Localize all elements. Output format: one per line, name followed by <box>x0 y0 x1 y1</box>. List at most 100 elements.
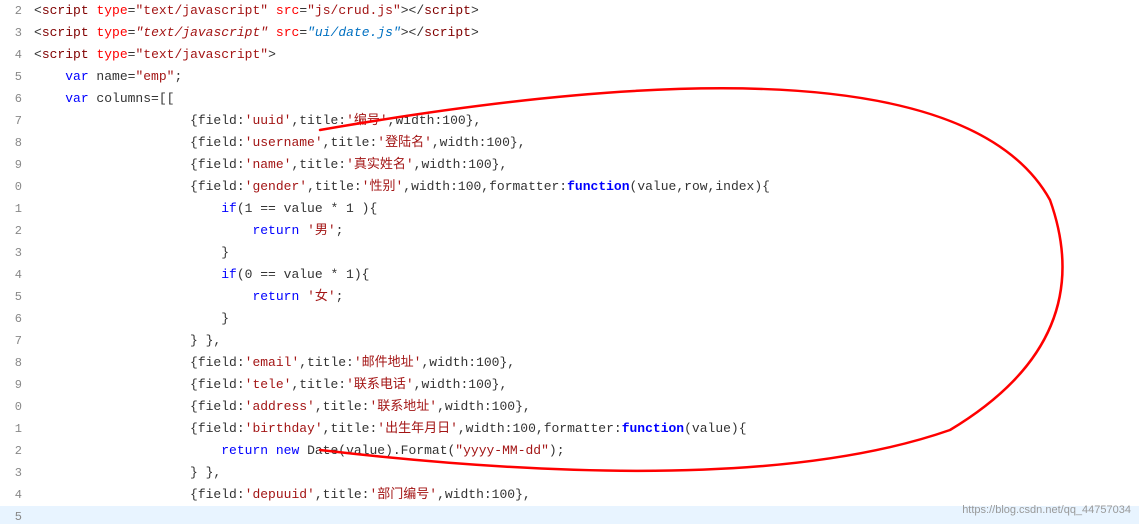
line-content: <script type="text/javascript" src="ui/d… <box>30 22 1139 44</box>
code-token: ,title: <box>323 421 378 436</box>
line-number: 5 <box>0 506 30 524</box>
code-token <box>268 25 276 40</box>
code-token: ,title: <box>315 487 370 502</box>
code-token: {field: <box>34 135 245 150</box>
line-content: {field:'email',title:'邮件地址',width:100}, <box>30 352 1139 374</box>
code-token: script <box>42 47 89 62</box>
code-token: ,width:100}, <box>414 377 508 392</box>
line-number: 3 <box>0 22 30 44</box>
code-token: } <box>34 245 229 260</box>
code-token: ,title: <box>307 179 362 194</box>
line-content: {field:'username',title:'登陆名',width:100}… <box>30 132 1139 154</box>
code-token: columns=[[ <box>89 91 175 106</box>
code-token: "text/javascript" <box>135 3 268 18</box>
code-token: > <box>268 47 276 62</box>
code-line: 0 {field:'gender',title:'性别',width:100,f… <box>0 176 1139 198</box>
line-content: {field:'uuid',title:'编号',width:100}, <box>30 110 1139 132</box>
line-content: <script type="text/javascript" src="js/c… <box>30 0 1139 22</box>
code-token: (value,row,index){ <box>630 179 770 194</box>
line-number: 9 <box>0 374 30 396</box>
code-token: ,width:100}, <box>432 135 526 150</box>
code-token: {field: <box>34 421 245 436</box>
line-content: } }, <box>30 330 1139 352</box>
code-token: '出生年月日' <box>377 421 458 436</box>
code-token: '邮件地址' <box>354 355 422 370</box>
line-content: {field:'name',title:'真实姓名',width:100}, <box>30 154 1139 176</box>
code-token: 'gender' <box>245 179 307 194</box>
code-token: ; <box>174 69 182 84</box>
code-line: 5 return '女'; <box>0 286 1139 308</box>
code-token: '真实姓名' <box>346 157 414 172</box>
line-number: 7 <box>0 110 30 132</box>
line-content: {field:'depuuid',title:'部门编号',width:100}… <box>30 484 1139 506</box>
code-token: '联系电话' <box>346 377 414 392</box>
code-token: 'name' <box>245 157 292 172</box>
code-token: return <box>252 223 299 238</box>
code-token <box>34 289 252 304</box>
code-token: script <box>42 3 89 18</box>
line-number: 8 <box>0 352 30 374</box>
code-token: (1 == value * 1 ){ <box>237 201 377 216</box>
code-token: {field: <box>34 355 245 370</box>
code-line: 7 {field:'uuid',title:'编号',width:100}, <box>0 110 1139 132</box>
code-line: 3<script type="text/javascript" src="ui/… <box>0 22 1139 44</box>
line-number: 5 <box>0 286 30 308</box>
code-token: ,width:100}, <box>388 113 482 128</box>
code-token: ); <box>549 443 565 458</box>
line-content: {field:'address',title:'联系地址',width:100}… <box>30 396 1139 418</box>
code-token: (0 == value * 1){ <box>237 267 370 282</box>
line-content: {field:'tele',title:'联系电话',width:100}, <box>30 374 1139 396</box>
line-number: 3 <box>0 242 30 264</box>
line-content: } <box>30 242 1139 264</box>
code-line: 4<script type="text/javascript"> <box>0 44 1139 66</box>
code-token: var <box>65 91 88 106</box>
code-token: 'uuid' <box>245 113 292 128</box>
code-line: 3 } <box>0 242 1139 264</box>
code-token: ,width:100,formatter: <box>458 421 622 436</box>
code-token: src <box>276 25 299 40</box>
line-content: var columns=[[ <box>30 88 1139 110</box>
code-token: if <box>221 201 237 216</box>
line-content: } }, <box>30 462 1139 484</box>
code-token: > <box>471 3 479 18</box>
code-token: src <box>276 3 299 18</box>
code-token: ,width:100}, <box>414 157 508 172</box>
code-token: ,width:100}, <box>421 355 515 370</box>
code-token: 'email' <box>245 355 300 370</box>
line-content: {field:'birthday',title:'出生年月日',width:10… <box>30 418 1139 440</box>
code-token: if <box>221 267 237 282</box>
code-token: > <box>471 25 479 40</box>
code-line: 6 } <box>0 308 1139 330</box>
code-token: "emp" <box>135 69 174 84</box>
code-token: {field: <box>34 399 245 414</box>
line-content: {field:'gender',title:'性别',width:100,for… <box>30 176 1139 198</box>
line-content: return '女'; <box>30 286 1139 308</box>
code-token <box>268 3 276 18</box>
code-token: type <box>96 47 127 62</box>
code-token: < <box>34 47 42 62</box>
code-token: Date(value).Format( <box>299 443 455 458</box>
code-token: 'tele' <box>245 377 292 392</box>
code-token: "text/javascript" <box>135 47 268 62</box>
code-line: 8 {field:'email',title:'邮件地址',width:100}… <box>0 352 1139 374</box>
code-token: ></ <box>401 3 424 18</box>
code-token <box>34 223 252 238</box>
watermark: https://blog.csdn.net/qq_44757034 <box>962 504 1131 516</box>
code-token: ,title: <box>315 399 370 414</box>
line-number: 2 <box>0 0 30 22</box>
line-content: if(0 == value * 1){ <box>30 264 1139 286</box>
code-token: '女' <box>307 289 336 304</box>
code-token: } }, <box>34 333 221 348</box>
line-number: 2 <box>0 440 30 462</box>
code-token: script <box>42 25 89 40</box>
code-line: 5 var name="emp"; <box>0 66 1139 88</box>
code-token: name= <box>89 69 136 84</box>
code-token: "js/crud.js" <box>307 3 401 18</box>
line-number: 1 <box>0 198 30 220</box>
code-line: 3 } }, <box>0 462 1139 484</box>
code-lines: 2<script type="text/javascript" src="js/… <box>0 0 1139 524</box>
code-line: 1 {field:'birthday',title:'出生年月日',width:… <box>0 418 1139 440</box>
code-editor: 2<script type="text/javascript" src="js/… <box>0 0 1139 524</box>
code-token: ,width:100}, <box>437 487 531 502</box>
code-token: var <box>65 69 88 84</box>
